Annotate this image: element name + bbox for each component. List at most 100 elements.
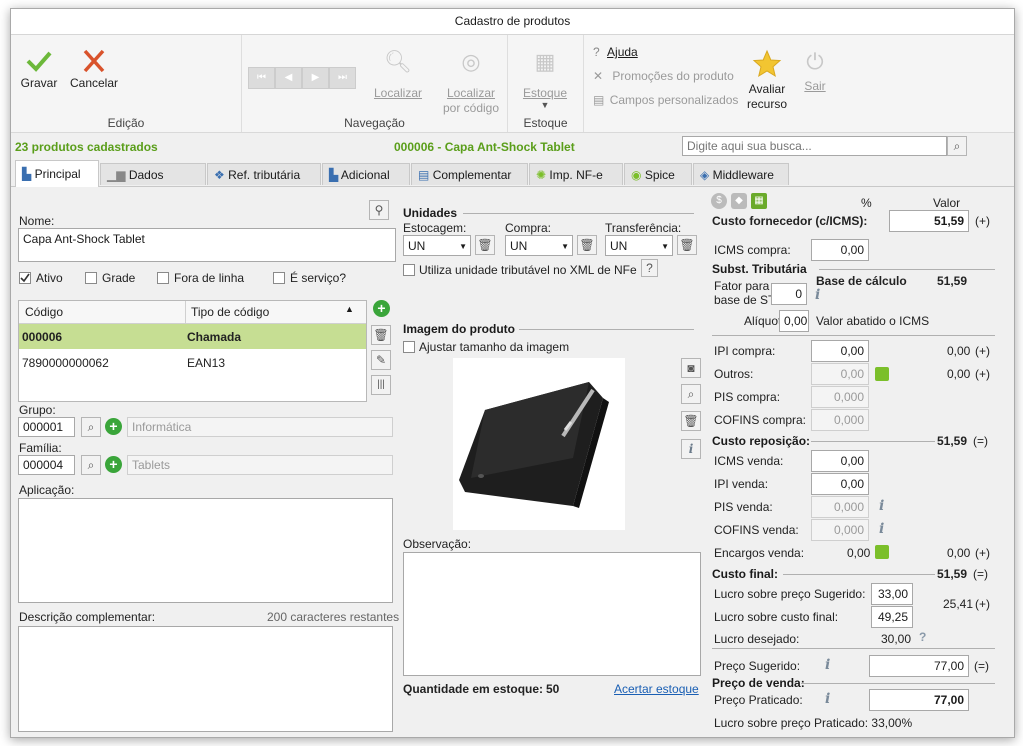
nome-field[interactable]: Capa Ant-Shock Tablet: [18, 228, 396, 262]
next-record-icon[interactable]: ▶: [302, 67, 329, 89]
ipi-compra-field[interactable]: 0,00: [811, 340, 869, 362]
info-icon[interactable]: i: [879, 521, 884, 537]
ativo-checkbox[interactable]: [19, 272, 31, 284]
first-record-icon[interactable]: ⏮: [248, 67, 275, 89]
save-button[interactable]: Gravar: [19, 49, 59, 90]
tab-spice[interactable]: ◉ Spice: [624, 163, 692, 185]
ajustar-label: Ajustar tamanho da imagem: [419, 340, 570, 354]
aliquota-field[interactable]: 0,00: [779, 310, 809, 332]
preco-sugerido-field[interactable]: 77,00: [869, 655, 969, 677]
preco-venda-title: Preço de venda:: [712, 676, 805, 690]
close-icon: [83, 49, 105, 73]
lucro-custo-label: Lucro sobre custo final:: [714, 610, 839, 624]
trash-icon[interactable]: 🗑︎: [371, 325, 391, 345]
search-input[interactable]: [682, 136, 947, 156]
add-familia-icon[interactable]: +: [105, 456, 122, 473]
lucro-sugerido-field[interactable]: 33,00: [871, 583, 913, 605]
lucro-desejado-value: 30,00: [881, 632, 912, 646]
descricao-textarea[interactable]: [18, 626, 393, 732]
lucro-result: 25,41: [943, 597, 974, 611]
edit-icon[interactable]: ✎: [371, 350, 391, 370]
add-grupo-icon[interactable]: +: [105, 418, 122, 435]
tag-icon[interactable]: ◆: [731, 193, 747, 209]
last-record-icon[interactable]: ⏭: [329, 67, 356, 89]
help-icon[interactable]: ?: [919, 630, 926, 644]
help-icon[interactable]: ?: [641, 259, 658, 277]
utiliza-checkbox[interactable]: [403, 264, 415, 276]
custo-reposicao-value: 51,59: [937, 434, 968, 448]
ajuda-label: Ajuda: [607, 45, 638, 59]
add-code-icon[interactable]: +: [373, 300, 390, 317]
trash-icon[interactable]: 🗑︎: [681, 411, 701, 431]
tab-middleware[interactable]: ◈ Middleware: [693, 163, 789, 185]
previous-record-icon[interactable]: ◀: [275, 67, 302, 89]
promocoes-link[interactable]: ✕ Promoções do produto: [593, 69, 734, 83]
tab-ref-tributaria[interactable]: ❖ Ref. tributária: [207, 163, 321, 185]
icms-venda-field[interactable]: 0,00: [811, 450, 869, 472]
info-icon[interactable]: i: [681, 439, 701, 459]
lucro-custo-field[interactable]: 49,25: [871, 606, 913, 628]
trash-icon[interactable]: 🗑︎: [475, 235, 495, 255]
dollar-icon[interactable]: $: [711, 193, 727, 209]
ipi-compra-result: 0,00: [947, 344, 971, 358]
info-icon[interactable]: i: [815, 287, 820, 303]
tab-dados-fiscais[interactable]: ▁▆ Dados Fiscais: [100, 163, 206, 204]
aplicacao-textarea[interactable]: [18, 498, 393, 603]
ipi-venda-field[interactable]: 0,00: [811, 473, 869, 495]
avaliar-button[interactable]: Avaliar recurso: [741, 49, 793, 112]
trash-icon[interactable]: 🗑︎: [577, 235, 597, 255]
servico-checkbox[interactable]: [273, 272, 285, 284]
search-icon[interactable]: ⌕: [81, 455, 101, 475]
fator-field[interactable]: 0: [771, 283, 807, 305]
observacao-textarea[interactable]: [403, 552, 701, 676]
calculator-icon[interactable]: ▦: [751, 193, 767, 209]
key-icon[interactable]: ⚲: [369, 200, 389, 220]
search-icon[interactable]: ⌕: [81, 417, 101, 437]
preco-praticado-field[interactable]: 77,00: [869, 689, 969, 711]
icms-compra-field[interactable]: 0,00: [811, 239, 869, 261]
estocagem-select[interactable]: UN ▼: [403, 235, 471, 256]
camera-icon[interactable]: ◙: [681, 358, 701, 378]
search-icon[interactable]: ⌕: [947, 136, 967, 156]
localizar-codigo-button[interactable]: ◎ Localizar por código: [438, 49, 504, 116]
grade-checkbox[interactable]: [85, 272, 97, 284]
fora-linha-checkbox[interactable]: [157, 272, 169, 284]
grupo-code-field[interactable]: 000001: [18, 417, 75, 437]
plus-sign: (+): [975, 367, 990, 381]
campos-link[interactable]: ▤ Campos personalizados: [593, 93, 738, 107]
list-icon[interactable]: [875, 545, 889, 559]
tab-complementar[interactable]: ▤ Complementar: [411, 163, 528, 185]
acertar-estoque-link[interactable]: Acertar estoque: [614, 682, 699, 696]
custo-fornecedor-field[interactable]: 51,59: [889, 210, 969, 232]
sair-button[interactable]: ⏻ Sair: [797, 49, 833, 93]
tab-adicional[interactable]: ▙ Adicional: [322, 163, 410, 185]
transferencia-select[interactable]: UN ▼: [605, 235, 673, 256]
grid-header-tipo[interactable]: Tipo de código: [191, 305, 269, 319]
familia-code-field[interactable]: 000004: [18, 455, 75, 475]
localizar-codigo-label-1: Localizar: [446, 86, 496, 100]
observacao-label: Observação:: [403, 537, 472, 551]
estoque-button[interactable]: ▦ Estoque ▼: [514, 49, 576, 110]
tab-principal[interactable]: ▙ Principal: [15, 160, 99, 187]
grid-header-codigo[interactable]: Código: [25, 305, 63, 319]
ajustar-checkbox[interactable]: [403, 341, 415, 353]
search-icon[interactable]: ⌕: [681, 384, 701, 404]
trash-icon[interactable]: 🗑︎: [677, 235, 697, 255]
table-row[interactable]: 000006 Chamada: [19, 324, 366, 349]
info-icon[interactable]: i: [879, 498, 884, 514]
compra-select[interactable]: UN ▼: [505, 235, 573, 256]
cancel-button[interactable]: Cancelar: [69, 49, 119, 90]
utiliza-label: Utiliza unidade tributável no XML de NFe: [419, 263, 637, 277]
localizar-button[interactable]: 🔍︎ Localizar: [368, 49, 428, 100]
ajuda-link[interactable]: ? Ajuda: [593, 45, 638, 59]
grid-cell-codigo: 000006: [22, 330, 63, 344]
familia-label: Família:: [19, 441, 62, 455]
estocagem-label: Estocagem:: [403, 221, 467, 235]
info-icon[interactable]: i: [825, 657, 830, 673]
table-row[interactable]: 7890000000062 EAN13: [19, 350, 366, 375]
info-icon[interactable]: i: [825, 691, 830, 707]
barcode-icon[interactable]: |||: [371, 375, 391, 395]
list-icon[interactable]: [875, 367, 889, 381]
adicional-icon: ▙: [329, 168, 339, 182]
tab-imp-nfe[interactable]: ✺ Imp. NF-e: [529, 163, 623, 185]
